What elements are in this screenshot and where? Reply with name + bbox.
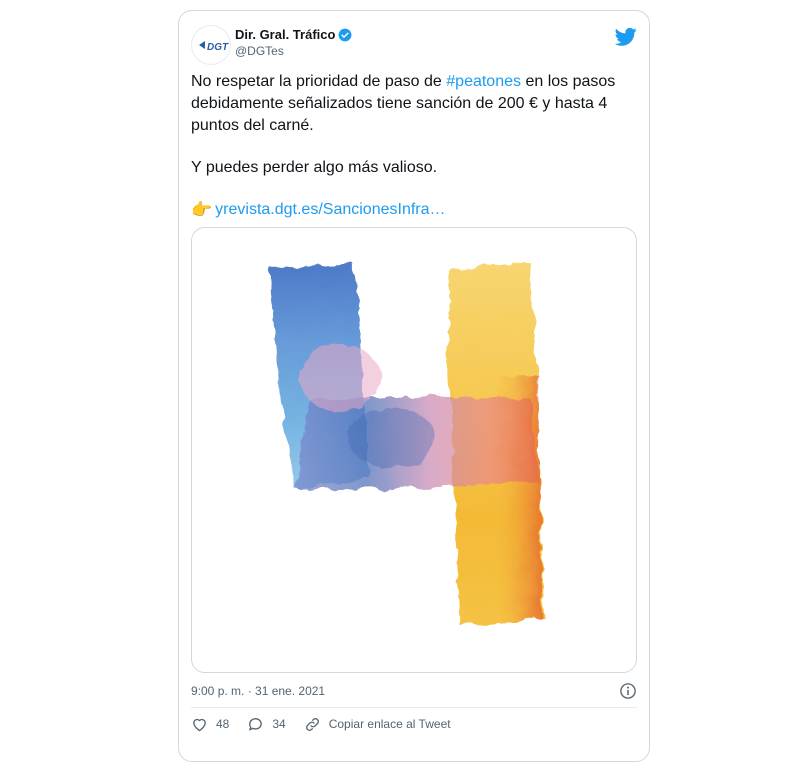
copy-link-action[interactable]: Copiar enlace al Tweet [304, 716, 451, 733]
tweet-text: No respetar la prioridad de paso de #pea… [191, 71, 631, 221]
twitter-bird-icon[interactable] [615, 27, 637, 47]
verified-badge-icon [339, 28, 352, 42]
timestamp[interactable]: 9:00 p. m. · 31 ene. 2021 [191, 684, 325, 698]
display-name[interactable]: Dir. Gral. Tráfico [235, 27, 335, 43]
tweet-meta: 9:00 p. m. · 31 ene. 2021 [191, 681, 637, 701]
like-action[interactable]: 48 [191, 716, 229, 733]
reply-count: 34 [272, 717, 286, 731]
tweet-header: DGT Dir. Gral. Tráfico @DGTes [191, 23, 637, 71]
action-bar: 48 34 Copiar enlace al Tweet [191, 713, 469, 735]
external-link[interactable]: yrevista.dgt.es/SancionesInfra… [215, 199, 445, 221]
link-line: 👉 yrevista.dgt.es/SancionesInfra… [191, 199, 631, 221]
handle[interactable]: @DGTes [235, 43, 352, 59]
tweet-card: DGT Dir. Gral. Tráfico @DGTes No respeta… [178, 10, 650, 762]
avatar[interactable]: DGT [191, 25, 231, 65]
tweet-text-part1: No respetar la prioridad de paso de [191, 73, 447, 90]
tweet-image[interactable] [191, 227, 637, 673]
hashtag-link[interactable]: #peatones [446, 73, 521, 90]
info-icon[interactable] [619, 682, 637, 700]
tweet-paragraph-1: No respetar la prioridad de paso de #pea… [191, 71, 631, 137]
reply-icon[interactable] [247, 716, 264, 733]
tweet-paragraph-2: Y puedes perder algo más valioso. [191, 159, 438, 176]
divider [191, 707, 637, 708]
heart-icon[interactable] [191, 716, 208, 733]
reply-action[interactable]: 34 [247, 716, 286, 733]
watercolor-number-4-image [270, 262, 544, 626]
svg-text:DGT: DGT [207, 42, 229, 53]
pointing-hand-icon: 👉 [191, 200, 213, 219]
copy-link-label[interactable]: Copiar enlace al Tweet [329, 717, 451, 731]
link-icon[interactable] [304, 716, 321, 733]
dgt-logo-icon: DGT [199, 41, 229, 53]
author-block[interactable]: Dir. Gral. Tráfico @DGTes [235, 27, 352, 59]
like-count: 48 [216, 717, 230, 731]
display-name-row[interactable]: Dir. Gral. Tráfico [235, 27, 352, 43]
